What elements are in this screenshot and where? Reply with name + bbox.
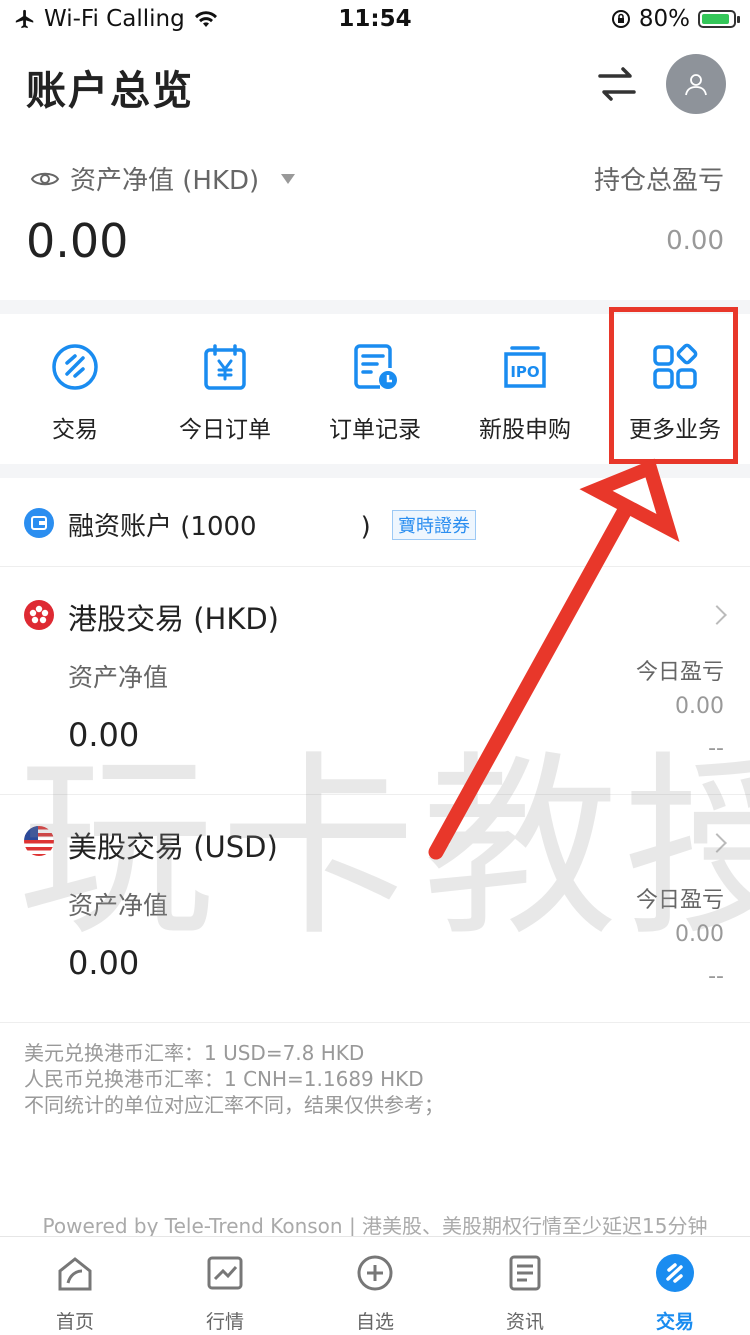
tab-bar: 首页 行情 自选 资讯 交易 [0, 1236, 750, 1335]
tab-label: 自选 [355, 1311, 394, 1333]
tab-label: 首页 [55, 1311, 94, 1333]
home-icon [58, 1257, 92, 1291]
tab-label: 资讯 [505, 1311, 544, 1333]
annotation-arrow [428, 458, 680, 860]
tab-watchlist[interactable]: 自选 [300, 1237, 450, 1335]
exchange-rate-note: 人民币兑换港币汇率：1 CNH=1.1689 HKD [24, 1067, 424, 1091]
tab-market[interactable]: 行情 [150, 1237, 300, 1335]
disclaimer-note: 不同统计的单位对应汇率不同，结果仅供参考； [24, 1093, 444, 1117]
tab-label: 行情 [205, 1311, 244, 1333]
trade-tab-icon [656, 1254, 694, 1292]
tab-trade[interactable]: 交易 [600, 1237, 750, 1335]
chart-icon [207, 1256, 243, 1290]
plus-circle-icon [357, 1255, 393, 1291]
tab-home[interactable]: 首页 [0, 1237, 150, 1335]
tab-news[interactable]: 资讯 [450, 1237, 600, 1335]
exchange-rate-note: 美元兑换港币汇率：1 USD=7.8 HKD [24, 1041, 365, 1065]
news-icon [509, 1255, 541, 1291]
tab-label: 交易 [655, 1311, 694, 1333]
powered-by: Powered by Tele-Trend Konson | 港美股、美股期权行… [42, 1214, 708, 1238]
